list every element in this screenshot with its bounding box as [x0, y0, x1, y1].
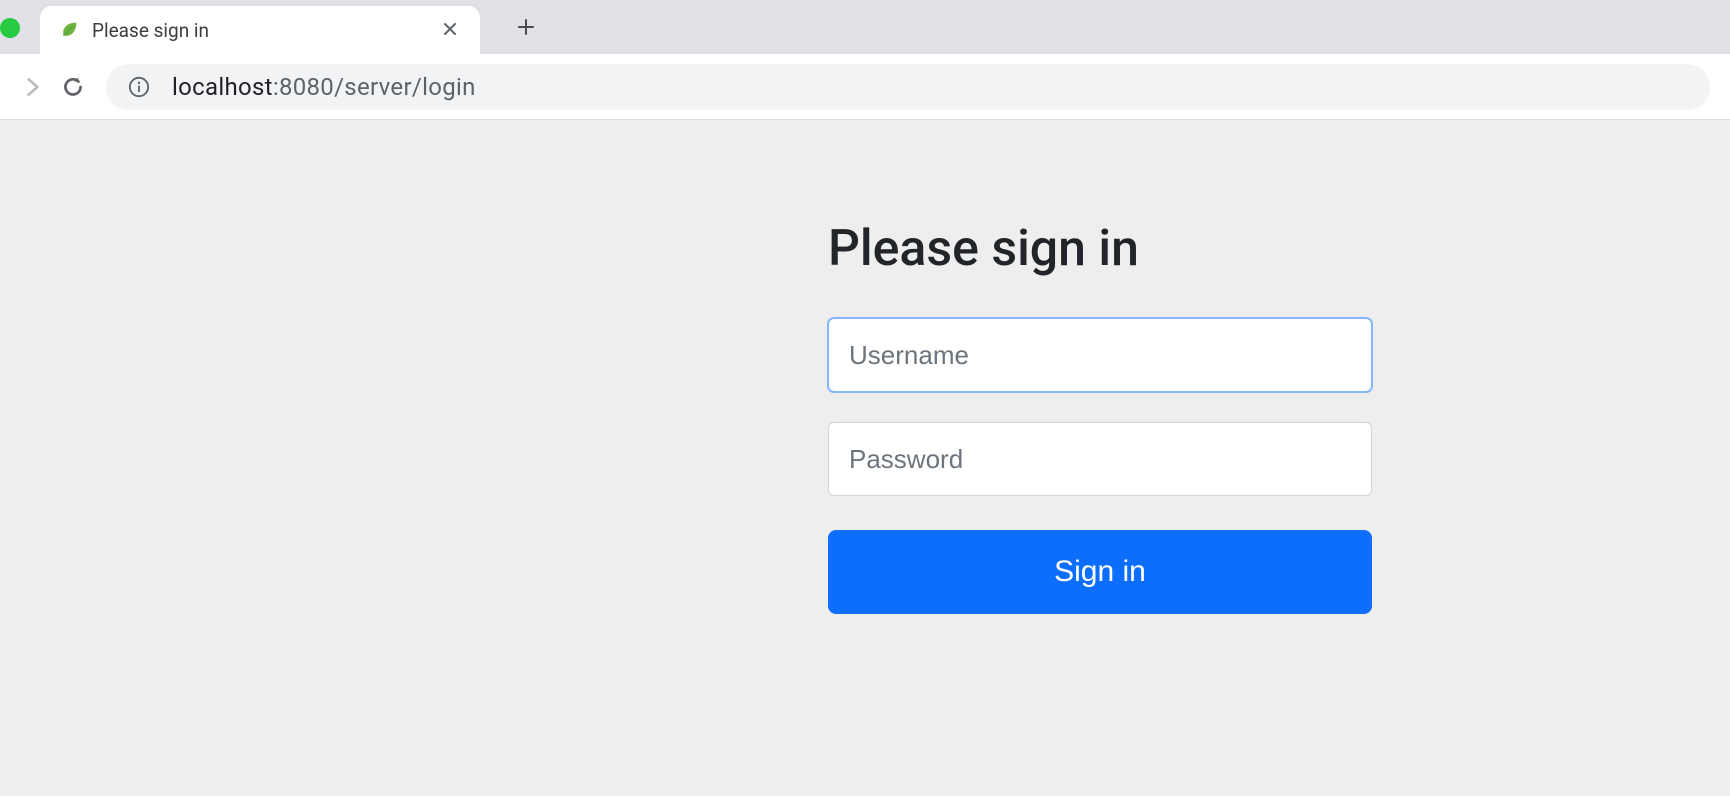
page-title: Please sign in — [828, 220, 1372, 278]
tab-title: Please sign in — [92, 19, 438, 42]
login-form: Please sign in Sign in — [828, 220, 1372, 796]
traffic-light-green[interactable] — [0, 18, 20, 38]
forward-icon[interactable] — [20, 74, 46, 100]
close-tab-icon[interactable] — [438, 14, 462, 47]
spring-leaf-icon — [58, 19, 80, 41]
url-host: localhost — [172, 73, 273, 101]
url-path: :8080/server/login — [273, 73, 476, 101]
address-bar: localhost:8080/server/login — [0, 54, 1730, 120]
username-input[interactable] — [828, 318, 1372, 392]
browser-chrome: Please sign in — [0, 0, 1730, 120]
url-field[interactable]: localhost:8080/server/login — [106, 64, 1710, 110]
new-tab-button[interactable] — [508, 9, 544, 45]
page-content: Please sign in Sign in — [0, 120, 1730, 796]
tab-bar: Please sign in — [0, 0, 1730, 54]
reload-icon[interactable] — [60, 74, 86, 100]
browser-tab[interactable]: Please sign in — [40, 6, 480, 54]
nav-controls — [0, 74, 106, 100]
url-text: localhost:8080/server/login — [172, 73, 476, 101]
sign-in-button[interactable]: Sign in — [828, 530, 1372, 614]
site-info-icon[interactable] — [128, 76, 150, 98]
password-input[interactable] — [828, 422, 1372, 496]
